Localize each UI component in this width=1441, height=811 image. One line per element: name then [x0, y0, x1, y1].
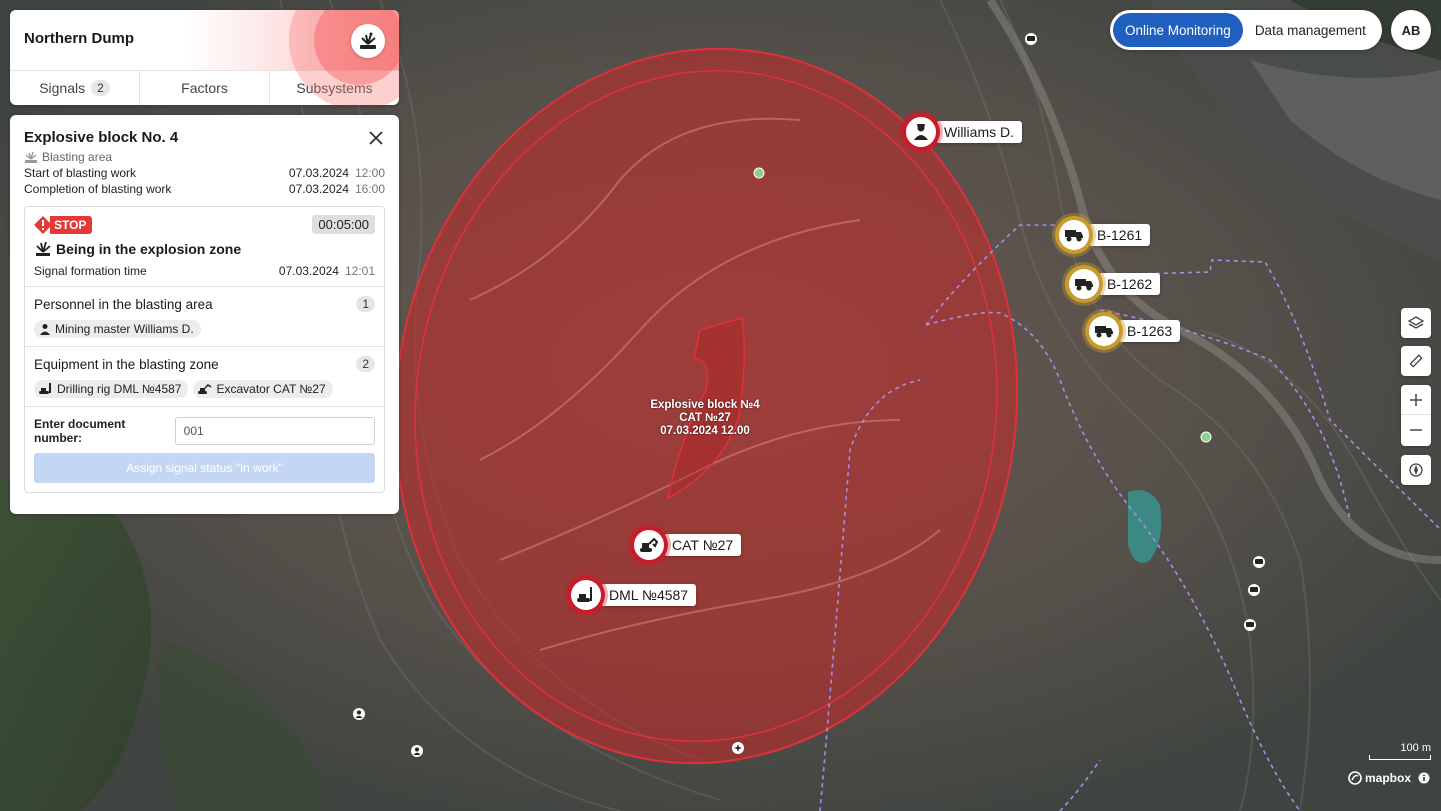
info-icon[interactable]: [1418, 772, 1430, 784]
marker-ring: [1055, 216, 1093, 254]
document-number-input[interactable]: [174, 417, 375, 445]
document-row: Enter document number:: [25, 407, 384, 445]
blast-detail-panel: Explosive block No. 4 Blasting area Star…: [10, 115, 399, 514]
ruler-icon: [1409, 354, 1423, 368]
signal-card: STOP 00:05:00 Being in the explosion zon…: [24, 206, 385, 493]
map-truck-dot-icon[interactable]: [1253, 556, 1265, 568]
equipment-count-badge: 2: [356, 356, 375, 372]
dump-truck-icon: [1075, 279, 1093, 291]
map-person-dot-icon[interactable]: [411, 745, 423, 757]
map-person-dot-icon[interactable]: [353, 708, 365, 720]
tab-factors[interactable]: Factors: [140, 71, 270, 105]
plus-icon: [1410, 393, 1422, 406]
person-icon: [40, 324, 50, 335]
start-row: Start of blasting work 07.03.2024 12:00: [24, 166, 385, 180]
end-row: Completion of blasting work 07.03.2024 16:…: [24, 182, 385, 196]
tab-signals[interactable]: Signals 2: [10, 71, 140, 105]
marker-label: B-1261: [1089, 224, 1151, 246]
marker-label: DML №4587: [601, 584, 697, 606]
marker-label: B-1262: [1099, 273, 1161, 295]
blasting-area-icon: [25, 151, 37, 163]
equipment-section: Equipment in the blasting zone 2 Drilling…: [25, 347, 384, 407]
equipment-chip[interactable]: Excavator CAT №27: [193, 380, 333, 398]
excavator-icon: [198, 384, 212, 394]
avatar[interactable]: AB: [1391, 10, 1431, 50]
assign-status-button[interactable]: Assign signal status "In work": [34, 453, 375, 483]
zoom-out-button[interactable]: [1401, 415, 1431, 445]
excavator-icon: [640, 537, 659, 552]
compass-icon: [1409, 463, 1423, 477]
layers-button[interactable]: [1401, 308, 1431, 338]
personnel-count-badge: 1: [356, 296, 375, 312]
drilling-rig-icon: [577, 587, 592, 602]
mapbox-logo-icon: [1348, 771, 1362, 785]
map-truck-dot-icon[interactable]: [1025, 33, 1037, 45]
compass-button[interactable]: [1401, 455, 1431, 485]
scale-bar: 100 m: [1369, 742, 1431, 760]
marker-ring: [1065, 265, 1103, 303]
marker-dml4587[interactable]: DML №4587: [567, 576, 697, 614]
online-monitoring-button[interactable]: Online Monitoring: [1113, 13, 1243, 47]
marker-b1261[interactable]: B-1261: [1055, 216, 1151, 254]
marker-cat27[interactable]: CAT №27: [630, 526, 742, 564]
document-label: Enter document number:: [34, 417, 126, 445]
panel-subtitle: Blasting area: [24, 150, 385, 164]
map-truck-dot-icon[interactable]: [1244, 619, 1256, 631]
drilling-rig-icon: [39, 383, 51, 394]
marker-ring: [630, 526, 668, 564]
data-management-button[interactable]: Data management: [1243, 13, 1378, 47]
personnel-section: Personnel in the blasting area 1 Mining m…: [25, 287, 384, 347]
signal-timer: 00:05:00: [312, 215, 375, 234]
marker-ring: [1085, 312, 1123, 350]
marker-ring: [902, 113, 940, 151]
panel-title: Explosive block No. 4: [24, 129, 179, 146]
explosion-icon: [36, 241, 51, 256]
dump-truck-icon: [1065, 230, 1083, 242]
formation-row: Signal formation time 07.03.2024 12:01: [34, 264, 375, 278]
stop-badge: STOP: [34, 215, 93, 234]
marker-label: Williams D.: [936, 121, 1022, 143]
map-truck-dot-icon[interactable]: [1248, 584, 1260, 596]
layers-icon: [1408, 316, 1424, 329]
zoom-in-button[interactable]: [1401, 385, 1431, 415]
marker-b1263[interactable]: B-1263: [1085, 312, 1181, 350]
site-header-card: Northern Dump Signals 2 Factors Subsystem…: [10, 10, 399, 105]
equipment-chip[interactable]: Drilling rig DML №4587: [34, 380, 189, 398]
mode-toggle: Online Monitoring Data management: [1110, 10, 1382, 50]
ruler-button[interactable]: [1401, 346, 1431, 376]
marker-williams[interactable]: Williams D.: [902, 113, 1022, 151]
dump-truck-icon: [1095, 326, 1113, 338]
personnel-chip[interactable]: Mining master Williams D.: [34, 320, 201, 338]
zoom-controls: [1401, 385, 1431, 446]
marker-b1262[interactable]: B-1262: [1065, 265, 1161, 303]
signals-count-badge: 2: [91, 80, 110, 96]
blast-zone-label: Explosive block №4 CAT №27 07.03.2024 12…: [650, 399, 760, 437]
person-icon: [914, 124, 928, 140]
site-title: Northern Dump: [24, 30, 134, 47]
signal-title: Being in the explosion zone: [34, 240, 375, 258]
marker-ring: [567, 576, 605, 614]
minus-icon: [1410, 429, 1422, 431]
close-icon[interactable]: [367, 129, 385, 147]
mapbox-attribution[interactable]: mapbox: [1348, 771, 1430, 785]
blast-icon: [351, 24, 385, 58]
marker-label: CAT №27: [664, 534, 742, 556]
marker-label: B-1263: [1119, 320, 1181, 342]
map-blast-dot-icon[interactable]: [732, 742, 744, 754]
